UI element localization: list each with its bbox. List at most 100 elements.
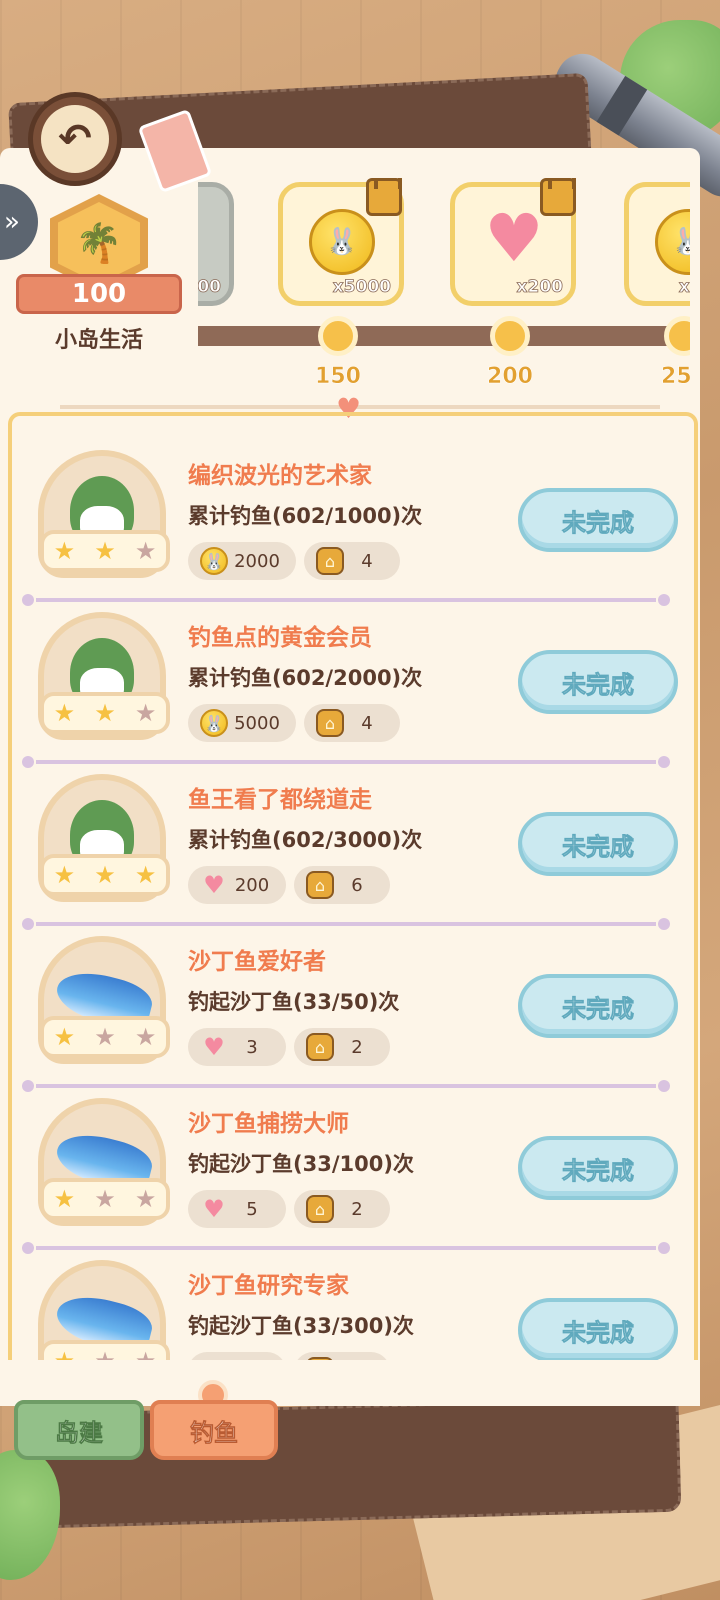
achievement-progress: 钓起沙丁鱼(33/50)次 <box>188 990 400 1014</box>
reward-value: 3 <box>246 1036 258 1058</box>
row-divider <box>22 756 670 768</box>
bunny-coin-icon: 🐰 <box>200 709 228 737</box>
reward-pill: ♥ 200 <box>188 866 286 904</box>
reward-value: 5 <box>246 1198 258 1220</box>
star-empty-icon: ★ <box>134 1185 157 1213</box>
achievement-progress: 累计钓鱼(602/3000)次 <box>188 828 423 852</box>
bunny-coin-icon: 🐰 <box>655 209 690 275</box>
star-rating: ★ ★ ★ <box>40 1178 170 1220</box>
token-icon: ⌂ <box>306 871 334 899</box>
star-rating: ★ ★ ★ <box>40 1340 170 1360</box>
token-icon: ⌂ <box>316 709 344 737</box>
level-number: 100 <box>16 274 182 314</box>
reward-track[interactable]: x5000 🐰 x5000 ♥ x200 🐰 x5000 150 200 250 <box>198 178 690 398</box>
reward-value: 5000 <box>234 712 280 734</box>
status-button[interactable]: 未完成 <box>518 974 678 1038</box>
reward-pill: ⌂ <box>294 1352 390 1360</box>
reward-value: 2 <box>351 1198 363 1220</box>
star-filled-icon: ★ <box>53 699 76 727</box>
reward-value: 2000 <box>234 550 280 572</box>
reward-pill: ⌂ 4 <box>304 704 400 742</box>
star-empty-icon: ★ <box>134 537 157 565</box>
reward-pill: ♥ 3 <box>188 1028 286 1066</box>
reward-qty: x200 <box>516 277 563 298</box>
reward-pill: ⌂ 4 <box>304 542 400 580</box>
reward-value: 4 <box>361 550 373 572</box>
star-filled-icon: ★ <box>94 861 116 889</box>
status-button[interactable]: 未完成 <box>518 812 678 876</box>
star-empty-icon: ★ <box>135 1347 157 1360</box>
star-filled-icon: ★ <box>53 537 76 565</box>
back-button[interactable]: ↶ <box>28 92 122 186</box>
milestone-dot <box>318 316 358 356</box>
achievement-progress: 钓起沙丁鱼(33/100)次 <box>188 1152 414 1176</box>
achievement-title: 沙丁鱼研究专家 <box>188 1273 349 1299</box>
row-divider <box>22 1080 670 1092</box>
progress-track-bar <box>198 326 690 346</box>
status-button[interactable]: 未完成 <box>518 1136 678 1200</box>
achievement-row: ★ ★ ★ 沙丁鱼研究专家 钓起沙丁鱼(33/300)次 ♥ ⌂ 未完成 <box>20 1258 690 1360</box>
star-filled-icon: ★ <box>134 861 157 889</box>
row-divider <box>22 594 670 606</box>
achievement-row: ★ ★ ★ 沙丁鱼爱好者 钓起沙丁鱼(33/50)次 ♥ 3 ⌂ 2 未完成 <box>20 934 690 1096</box>
reward-value: 2 <box>351 1036 363 1058</box>
star-empty-icon: ★ <box>134 1023 157 1051</box>
achievement-list[interactable]: ★ ★ ★ 编织波光的艺术家 累计钓鱼(602/1000)次 🐰 2000 ⌂ … <box>20 448 690 1360</box>
milestone-label: 250 <box>661 364 690 390</box>
bunny-coin-icon: 🐰 <box>309 209 375 275</box>
achievement-progress: 钓起沙丁鱼(33/300)次 <box>188 1314 414 1338</box>
row-divider <box>22 1242 670 1254</box>
star-filled-icon: ★ <box>94 537 116 565</box>
reward-pill: ⌂ 2 <box>294 1028 390 1066</box>
star-empty-icon: ★ <box>94 1347 116 1360</box>
star-rating: ★ ★ ★ <box>40 530 170 572</box>
token-icon: ⌂ <box>306 1195 334 1223</box>
token-icon: ⌂ <box>306 1033 334 1061</box>
achievement-progress: 累计钓鱼(602/2000)次 <box>188 666 423 690</box>
star-rating: ★ ★ ★ <box>40 692 170 734</box>
star-filled-icon: ★ <box>53 1185 76 1213</box>
star-empty-icon: ★ <box>134 699 157 727</box>
reward-value: 6 <box>351 874 363 896</box>
lock-icon <box>366 178 402 216</box>
reward-qty: x5000 <box>678 277 690 298</box>
achievement-row: ★ ★ ★ 钓鱼点的黄金会员 累计钓鱼(602/2000)次 🐰 5000 ⌂ … <box>20 610 690 772</box>
milestone-label: 200 <box>487 364 533 390</box>
star-empty-icon: ★ <box>94 1185 116 1213</box>
reward-qty: x5000 <box>332 277 391 298</box>
tab-fishing[interactable]: 钓鱼 <box>150 1400 278 1460</box>
achievement-row: ★ ★ ★ 编织波光的艺术家 累计钓鱼(602/1000)次 🐰 2000 ⌂ … <box>20 448 690 610</box>
reward-pill: 🐰 5000 <box>188 704 296 742</box>
achievement-row: ★ ★ ★ 沙丁鱼捕捞大师 钓起沙丁鱼(33/100)次 ♥ 5 ⌂ 2 未完成 <box>20 1096 690 1258</box>
status-button[interactable]: 未完成 <box>518 1298 678 1360</box>
reward-card-claimed[interactable]: x5000 <box>198 182 234 306</box>
achievement-title: 沙丁鱼爱好者 <box>188 949 326 975</box>
status-button[interactable]: 未完成 <box>518 650 678 714</box>
tab-island-building[interactable]: 岛建 <box>14 1400 144 1460</box>
milestone-label: 150 <box>315 364 361 390</box>
achievement-title: 编织波光的艺术家 <box>188 463 372 489</box>
star-filled-icon: ★ <box>54 1347 76 1360</box>
star-filled-icon: ★ <box>53 1023 76 1051</box>
star-filled-icon: ★ <box>53 861 76 889</box>
reward-pill: ♥ 5 <box>188 1190 286 1228</box>
achievement-title: 鱼王看了都绕道走 <box>188 787 372 813</box>
star-rating: ★ ★ ★ <box>40 1016 170 1058</box>
star-empty-icon: ★ <box>94 1023 116 1051</box>
reward-pill: ⌂ 6 <box>294 866 390 904</box>
milestone-dot <box>664 316 690 356</box>
achievement-progress: 累计钓鱼(602/1000)次 <box>188 504 423 528</box>
bunny-coin-icon: 🐰 <box>200 547 228 575</box>
heart-gem-icon: ♥ <box>203 871 225 899</box>
reward-pill: ♥ <box>188 1352 286 1360</box>
status-button[interactable]: 未完成 <box>518 488 678 552</box>
row-divider <box>22 918 670 930</box>
reward-card-coin[interactable]: 🐰 x5000 <box>624 182 690 306</box>
token-icon: ⌂ <box>316 547 344 575</box>
heart-gem-icon: ♥ <box>203 1195 225 1223</box>
reward-value: 200 <box>234 874 270 896</box>
achievement-title: 沙丁鱼捕捞大师 <box>188 1111 349 1137</box>
level-badge: 🌴 100 小岛生活 <box>16 190 182 360</box>
milestone-dot <box>490 316 530 356</box>
star-rating: ★ ★ ★ <box>40 854 170 896</box>
